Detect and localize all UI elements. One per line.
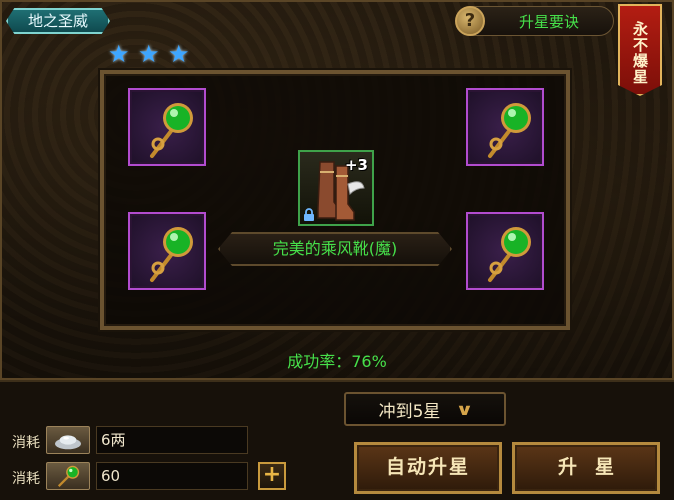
material-slot[interactable] <box>466 88 544 166</box>
star-rating: ★ ★ ★ <box>108 42 192 66</box>
equipment-slot[interactable]: +3 <box>298 150 374 226</box>
green-gem-scepter-icon <box>488 103 531 158</box>
green-gem-scepter-icon <box>46 462 90 490</box>
material-cost-field: 60 <box>96 462 248 490</box>
target-star-value: 冲到5星 <box>378 401 441 422</box>
upgrade-rules-label: 升星要诀 <box>518 12 579 31</box>
upgrade-button[interactable]: 升星 <box>512 442 660 494</box>
green-gem-scepter-icon <box>488 227 531 282</box>
silver-ingot-icon <box>46 426 90 454</box>
target-star-select[interactable]: 冲到5星 ∨ <box>344 392 506 426</box>
lock-icon <box>304 208 314 221</box>
cost-label: 消耗 <box>12 435 40 451</box>
upgrade-rules-button[interactable]: ? 升星要诀 <box>455 6 614 36</box>
material-slot[interactable] <box>128 88 206 166</box>
item-name: 完美的乘风靴(魔) <box>218 232 452 266</box>
material-slot[interactable] <box>466 212 544 290</box>
success-rate: 成功率：76% <box>287 352 387 371</box>
page-title: 地之圣威 <box>6 8 110 34</box>
no-break-banner: 永不爆星 <box>618 4 662 96</box>
green-gem-scepter-icon <box>150 103 193 158</box>
add-material-button[interactable]: + <box>258 462 286 490</box>
question-icon: ? <box>455 6 485 36</box>
green-gem-scepter-icon <box>150 227 193 282</box>
auto-upgrade-button[interactable]: 自动升星 <box>354 442 502 494</box>
star-icon: ★ <box>108 40 130 68</box>
cost-label: 消耗 <box>12 471 40 487</box>
star-icon: ★ <box>138 40 160 68</box>
chevron-down-icon: ∨ <box>455 399 475 419</box>
star-icon: ★ <box>168 40 190 68</box>
item-level-badge: +3 <box>344 156 368 174</box>
material-slot[interactable] <box>128 212 206 290</box>
silver-cost-field: 6两 <box>96 426 248 454</box>
